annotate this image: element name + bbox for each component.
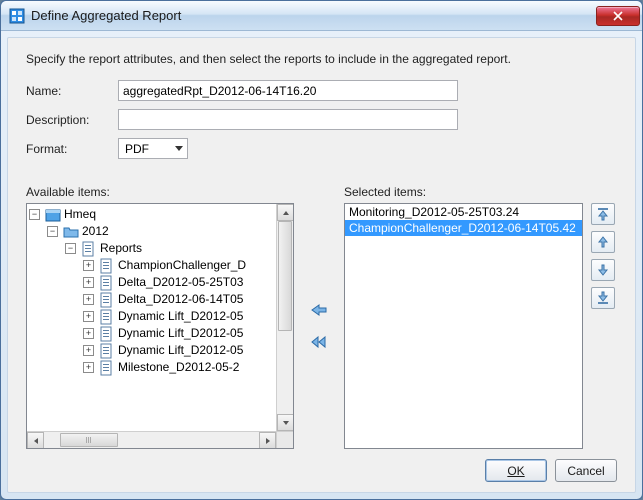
- arrow-up-icon: [596, 235, 610, 249]
- window-title: Define Aggregated Report: [31, 8, 596, 23]
- description-input[interactable]: [118, 109, 458, 130]
- tree-item-label: Delta_D2012-06-14T05: [118, 291, 243, 308]
- tree-item[interactable]: + Delta_D2012-05-25T03: [29, 274, 276, 291]
- scroll-down-button[interactable]: [277, 414, 294, 431]
- double-arrow-left-icon: [310, 335, 328, 349]
- reports-icon: [81, 241, 97, 257]
- expander-icon[interactable]: −: [47, 226, 58, 237]
- report-icon: [99, 275, 115, 291]
- move-bottom-button[interactable]: [591, 287, 615, 309]
- dialog-window: Define Aggregated Report Specify the rep…: [0, 0, 643, 500]
- project-icon: [45, 207, 61, 223]
- expander-icon[interactable]: +: [83, 260, 94, 271]
- name-input[interactable]: [118, 80, 458, 101]
- expander-icon[interactable]: −: [65, 243, 76, 254]
- tree-item[interactable]: + Dynamic Lift_D2012-05: [29, 342, 276, 359]
- report-icon: [99, 309, 115, 325]
- ok-button[interactable]: OK: [485, 459, 547, 482]
- report-icon: [99, 258, 115, 274]
- scroll-right-button[interactable]: [259, 432, 276, 449]
- scroll-up-button[interactable]: [277, 204, 294, 221]
- expander-icon[interactable]: −: [29, 209, 40, 220]
- report-icon: [99, 360, 115, 376]
- arrow-left-icon: [310, 303, 328, 317]
- vertical-scrollbar[interactable]: [276, 204, 293, 431]
- format-label: Format:: [26, 142, 118, 156]
- expander-icon[interactable]: +: [83, 311, 94, 322]
- scroll-corner: [276, 431, 293, 448]
- titlebar[interactable]: Define Aggregated Report: [1, 1, 642, 31]
- tree-item[interactable]: + Dynamic Lift_D2012-05: [29, 325, 276, 342]
- horizontal-scrollbar[interactable]: [27, 431, 276, 448]
- move-down-button[interactable]: [591, 259, 615, 281]
- format-value: PDF: [125, 142, 149, 156]
- scroll-thumb[interactable]: [278, 221, 292, 331]
- folder-icon: [63, 224, 79, 240]
- selected-list[interactable]: Monitoring_D2012-05-25T03.24ChampionChal…: [344, 203, 583, 449]
- available-tree[interactable]: − Hmeq − 2012 − Reports: [26, 203, 294, 449]
- selected-item[interactable]: ChampionChallenger_D2012-06-14T05.42: [345, 220, 582, 236]
- tree-item-label: Dynamic Lift_D2012-05: [118, 342, 243, 359]
- remove-all-button[interactable]: [308, 332, 330, 352]
- scroll-thumb[interactable]: [60, 433, 118, 447]
- tree-year: 2012: [82, 223, 109, 240]
- tree-item-label: Dynamic Lift_D2012-05: [118, 308, 243, 325]
- report-icon: [99, 343, 115, 359]
- move-top-icon: [596, 207, 610, 221]
- selected-label: Selected items:: [344, 185, 583, 199]
- app-icon: [9, 8, 25, 24]
- instruction-text: Specify the report attributes, and then …: [26, 52, 617, 66]
- tree-reports: Reports: [100, 240, 142, 257]
- tree-item-label: ChampionChallenger_D: [118, 257, 246, 274]
- format-select[interactable]: PDF: [118, 138, 188, 159]
- name-label: Name:: [26, 84, 118, 98]
- tree-item[interactable]: + Delta_D2012-06-14T05: [29, 291, 276, 308]
- dialog-content: Specify the report attributes, and then …: [7, 37, 636, 493]
- scroll-left-button[interactable]: [27, 432, 44, 449]
- move-up-button[interactable]: [591, 231, 615, 253]
- tree-item-label: Dynamic Lift_D2012-05: [118, 325, 243, 342]
- expander-icon[interactable]: +: [83, 294, 94, 305]
- expander-icon[interactable]: +: [83, 345, 94, 356]
- available-label: Available items:: [26, 185, 294, 199]
- close-icon: [613, 11, 623, 21]
- move-bottom-icon: [596, 291, 610, 305]
- tree-item[interactable]: + ChampionChallenger_D: [29, 257, 276, 274]
- tree-root: Hmeq: [64, 206, 96, 223]
- expander-icon[interactable]: +: [83, 277, 94, 288]
- cancel-button[interactable]: Cancel: [555, 459, 617, 482]
- move-top-button[interactable]: [591, 203, 615, 225]
- arrow-down-icon: [596, 263, 610, 277]
- tree-item[interactable]: + Milestone_D2012-05-2: [29, 359, 276, 376]
- report-icon: [99, 326, 115, 342]
- description-label: Description:: [26, 113, 118, 127]
- chevron-down-icon: [175, 146, 183, 151]
- expander-icon[interactable]: +: [83, 328, 94, 339]
- selected-item[interactable]: Monitoring_D2012-05-25T03.24: [345, 204, 582, 220]
- expander-icon[interactable]: +: [83, 362, 94, 373]
- tree-item[interactable]: + Dynamic Lift_D2012-05: [29, 308, 276, 325]
- remove-button[interactable]: [308, 300, 330, 320]
- close-button[interactable]: [596, 6, 640, 26]
- report-icon: [99, 292, 115, 308]
- tree-item-label: Delta_D2012-05-25T03: [118, 274, 243, 291]
- tree-item-label: Milestone_D2012-05-2: [118, 359, 239, 376]
